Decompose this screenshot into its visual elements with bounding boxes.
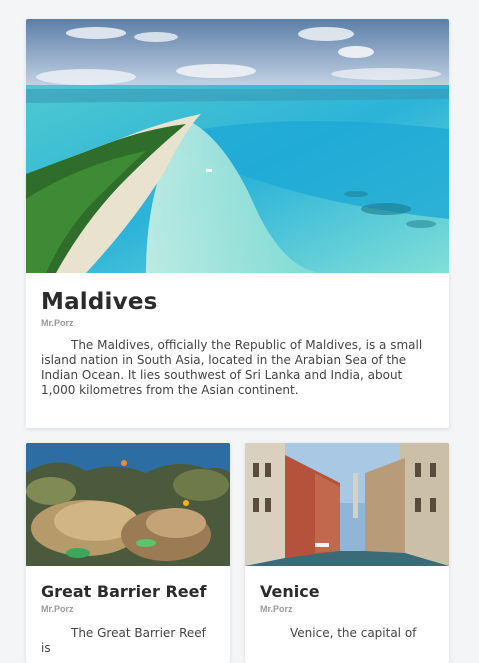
card-title[interactable]: Venice xyxy=(245,566,449,601)
article-card-great-barrier-reef[interactable]: Great Barrier Reef Mr.Porz The Great Bar… xyxy=(26,443,230,663)
card-title[interactable]: Great Barrier Reef xyxy=(26,566,230,601)
article-card-venice[interactable]: Venice Mr.Porz Venice, the capital of xyxy=(245,443,449,663)
card-description: The Maldives, officially the Republic of… xyxy=(41,338,423,397)
card-author: Mr.Porz xyxy=(260,604,293,614)
venice-image xyxy=(245,443,449,566)
card-description: Venice, the capital of xyxy=(290,626,417,640)
card-title[interactable]: Maldives xyxy=(26,273,449,315)
maldives-image xyxy=(26,19,449,273)
card-author: Mr.Porz xyxy=(41,604,74,614)
card-description: The Great Barrier Reef is xyxy=(41,626,206,655)
card-author: Mr.Porz xyxy=(41,318,74,328)
coral-reef-image xyxy=(26,443,230,566)
article-card-maldives[interactable]: Maldives Mr.Porz The Maldives, officiall… xyxy=(26,19,449,428)
